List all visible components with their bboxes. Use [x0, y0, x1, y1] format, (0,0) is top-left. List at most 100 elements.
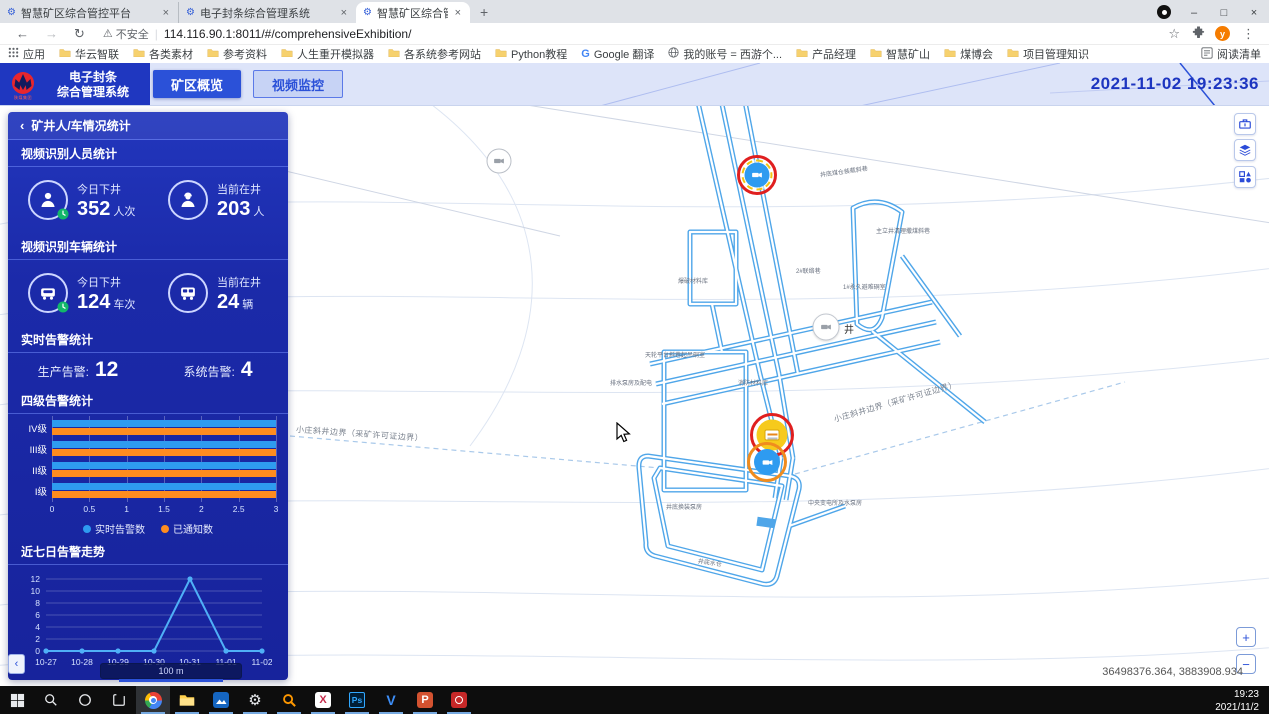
- map-tools-button[interactable]: [1234, 113, 1256, 135]
- reload-icon[interactable]: ↻: [66, 26, 93, 42]
- bookmark-star-icon[interactable]: ☆: [1166, 26, 1182, 42]
- taskbar-powerpoint-icon[interactable]: P: [408, 686, 442, 714]
- new-tab-button[interactable]: +: [470, 2, 498, 23]
- tab-1[interactable]: ⚙ 智慧矿区综合管控平台 ×: [0, 2, 178, 23]
- truck-shield-icon: [28, 273, 69, 313]
- taskbar-screen-recorder-icon[interactable]: [442, 686, 476, 714]
- reading-list-button[interactable]: 阅读清单: [1201, 46, 1261, 62]
- url-field[interactable]: ⚠ 不安全 | 114.116.90.1:8011/#/comprehensive…: [93, 26, 1166, 42]
- security-warning[interactable]: ⚠ 不安全: [103, 26, 149, 42]
- tab-2[interactable]: ⚙ 电子封条综合管理系统 ×: [178, 2, 356, 23]
- legend-dot-icon: [83, 525, 91, 533]
- mouse-coordinates: 36498376.364, 3883908.934: [1102, 666, 1243, 678]
- url-separator: |: [154, 26, 158, 41]
- taskbar-x-app-icon[interactable]: X: [306, 686, 340, 714]
- tab-close-icon[interactable]: ×: [161, 7, 171, 19]
- taskbar-settings-icon[interactable]: ⚙: [238, 686, 272, 714]
- bookmark-item[interactable]: 各系统参考网站: [388, 46, 481, 62]
- company-logo-icon: 陕煤集团: [8, 70, 38, 100]
- taskbar-start-icon[interactable]: [0, 686, 34, 714]
- forward-icon[interactable]: →: [37, 26, 66, 41]
- map-facility-label: 井底换装泵房: [666, 505, 703, 511]
- taskbar-everything-search-icon[interactable]: [272, 686, 306, 714]
- realtime-alarm-heading: 实时告警统计: [8, 326, 288, 353]
- x-tick-label: 2: [198, 504, 204, 514]
- person-shield-icon: [28, 180, 69, 220]
- camera-icon: [812, 313, 840, 341]
- panel-titlebar: ‹ 矿井人/车情况统计: [8, 112, 288, 140]
- url-text: 114.116.90.1:8011/#/comprehensiveExhibit…: [163, 26, 412, 41]
- map-legend-button[interactable]: [1234, 166, 1256, 188]
- bookmark-item[interactable]: 产品经理: [796, 46, 856, 62]
- bookmark-item[interactable]: 参考资料: [207, 46, 267, 62]
- bar: [52, 462, 276, 469]
- nav-mine-overview-button[interactable]: 矿区概览: [153, 70, 242, 98]
- tab-3-active[interactable]: ⚙ 智慧矿区综合管控平台 ×: [356, 2, 470, 23]
- map-layers-button[interactable]: [1234, 139, 1256, 161]
- bookmark-items: 华云智联 各类素材 参考资料 人生重开模拟器 各系统参考网站 Python教程 G Googl…: [59, 46, 1187, 62]
- site-favicon-icon: ⚙: [363, 6, 372, 18]
- bookmark-item[interactable]: 各类素材: [133, 46, 193, 62]
- bookmark-item[interactable]: 人生重开模拟器: [281, 46, 374, 62]
- folder-icon: [388, 48, 400, 60]
- panel-collapse-button[interactable]: ‹: [8, 654, 25, 674]
- bar-group: II级: [20, 462, 276, 478]
- taskbar-task-view-icon[interactable]: [102, 686, 136, 714]
- apps-shortcut[interactable]: 应用: [8, 46, 45, 62]
- vehicle-today-value: 124: [77, 291, 111, 313]
- panel-back-icon[interactable]: ‹: [20, 118, 24, 133]
- globe-icon: [668, 47, 679, 61]
- bookmark-item[interactable]: G Google 翻译: [581, 46, 654, 62]
- level-alarm-heading: 四级告警统计: [8, 387, 288, 414]
- window-minimize-button[interactable]: –: [1179, 2, 1209, 23]
- bookmark-label: Python教程: [511, 49, 568, 61]
- taskbar-chrome-icon[interactable]: [136, 686, 170, 714]
- back-icon[interactable]: ←: [8, 26, 37, 41]
- stat-vehicle-now: 当前在井 24 辆: [148, 273, 288, 313]
- map-facility-label: 中央变电所及水泵房: [808, 501, 863, 507]
- bookmark-label: 人生重开模拟器: [297, 49, 374, 61]
- bar-category-label: III级: [29, 445, 47, 456]
- svg-text:12: 12: [31, 574, 41, 584]
- taskbar-cortana-icon[interactable]: [68, 686, 102, 714]
- nav-video-monitor-button[interactable]: 视频监控: [253, 70, 344, 98]
- tab-close-icon[interactable]: ×: [339, 7, 349, 19]
- folder-icon: [495, 48, 507, 60]
- clock-date: 2021/11/2: [1215, 701, 1259, 713]
- warning-icon: ⚠: [102, 28, 113, 40]
- bookmark-item[interactable]: 项目管理知识: [1007, 46, 1089, 62]
- taskbar-file-explorer-icon[interactable]: [170, 686, 204, 714]
- site-favicon-icon: ⚙: [186, 6, 195, 18]
- taskbar-photoshop-icon[interactable]: Ps: [340, 686, 374, 714]
- bookmark-item[interactable]: Python教程: [495, 46, 567, 62]
- window-close-button[interactable]: ×: [1239, 2, 1269, 23]
- browser-menu-icon[interactable]: ⋮: [1240, 26, 1257, 42]
- bookmark-item[interactable]: 我的账号 = 西游个...: [668, 46, 782, 62]
- legend-dot-icon: [161, 525, 169, 533]
- zoom-in-button[interactable]: +: [1236, 627, 1256, 647]
- profile-avatar[interactable]: y: [1215, 26, 1230, 41]
- taskbar-clock[interactable]: 19:23 2021/11/2: [1209, 686, 1269, 714]
- window-maximize-button[interactable]: □: [1209, 2, 1239, 23]
- extensions-puzzle-icon[interactable]: [1192, 25, 1205, 43]
- stat-vehicle-today: 今日下井 124 车次: [8, 273, 148, 313]
- recording-indicator-icon[interactable]: [1157, 5, 1171, 19]
- taskbar-v-app-icon[interactable]: V: [374, 686, 408, 714]
- bookmark-item[interactable]: 华云智联: [59, 46, 119, 62]
- taskbar-photos-app-icon[interactable]: [204, 686, 238, 714]
- bookmark-item[interactable]: 智慧矿山: [870, 46, 930, 62]
- statistics-panel: ‹ 矿井人/车情况统计 视频识别人员统计 今日下井 352 人次 当前在井 20…: [8, 112, 288, 680]
- windows-taskbar: ⚙ X Ps V P 19:23 2021/11/2: [0, 686, 1269, 714]
- x-tick-label: 1.5: [158, 504, 170, 514]
- taskbar-search-icon[interactable]: [34, 686, 68, 714]
- map-scale-bar: 100 m: [100, 663, 242, 682]
- verified-badge-icon: [57, 208, 69, 220]
- bar-group: IV级: [20, 420, 276, 436]
- bookmarks-bar: 应用 华云智联 各类素材 参考资料 人生重开模拟器 各系统参考网站 Python教程 G Go…: [0, 45, 1269, 63]
- person-today-value: 352: [77, 198, 111, 220]
- google-translate-icon: G: [581, 48, 590, 60]
- bookmark-item[interactable]: 煤博会: [944, 46, 993, 62]
- reading-list-icon: [1201, 46, 1213, 62]
- bookmark-label: 华云智联: [75, 49, 119, 61]
- tab-close-icon[interactable]: ×: [453, 7, 463, 19]
